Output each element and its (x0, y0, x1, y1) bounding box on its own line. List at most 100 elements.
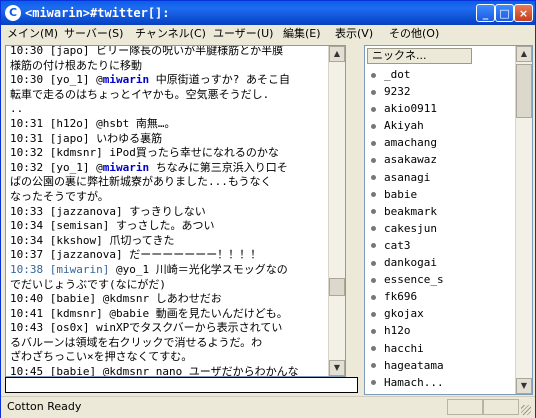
nick-list: _dot 9232 akio0911 Akiyah amachang asakawaz as… (371, 66, 511, 391)
user-dot-icon (371, 346, 376, 351)
nick-label: akio0911 (384, 102, 437, 116)
chat-line: 10:32 [yo_1] @miwarin ちなみに第三京浜入り口そ (10, 161, 344, 176)
nick-item[interactable]: 9232 (371, 83, 511, 100)
nick-item[interactable]: fk696 (371, 288, 511, 305)
status-bar: Cotton Ready (1, 396, 535, 418)
nick-item[interactable]: Hamach... (371, 374, 511, 391)
chat-line: 10:30 [japo] ビリー隊長の呪いが半腱様筋とか半膜 (10, 45, 344, 59)
user-dot-icon (371, 209, 376, 215)
nick-item[interactable]: cakesjun (371, 220, 511, 237)
user-dot-icon (371, 175, 376, 181)
nick-label: cakesjun (384, 221, 437, 235)
chat-line: 10:37 [jazzanova] だーーーーーーー！！！！ (10, 248, 344, 263)
title-bar[interactable]: C <miwarin>#twitter[]: _ □ × (1, 1, 535, 25)
nick-item[interactable]: gkojax (371, 305, 511, 322)
nick-item[interactable]: asakawaz (371, 151, 511, 168)
user-dot-icon (371, 106, 376, 112)
nick-item[interactable]: _dot (371, 66, 511, 83)
chat-line: 10:34 [semisan] すっさした。あつい (10, 219, 344, 234)
user-dot-icon (371, 72, 376, 78)
user-dot-icon (371, 157, 376, 163)
minimize-icon[interactable]: _ (476, 4, 495, 22)
message-input[interactable] (5, 377, 358, 393)
nick-label: amachang (384, 136, 437, 150)
chat-line: 様筋の付け根あたりに移動 (10, 59, 344, 74)
user-dot-icon (371, 380, 376, 386)
menu-view[interactable]: 表示(V) (335, 26, 373, 42)
scroll-up-icon[interactable]: ▲ (329, 46, 345, 62)
chat-text: 10:31 [japo] いわゆる裏筋 (10, 131, 163, 145)
nick-column-header[interactable]: ニックネ... (367, 48, 472, 64)
mention: miwarin (102, 160, 150, 174)
chat-text: 10:30 [japo] ビリー隊長の呪いが半腱様筋とか半膜 (10, 45, 284, 57)
chat-log[interactable]: 10:30 [japo] ビリー隊長の呪いが半腱様筋とか半膜 様筋の付け根あたりに… (5, 45, 346, 377)
chat-text: @yo_1 川崎＝光化学スモッグなの (109, 262, 288, 276)
menu-other[interactable]: その他(O) (389, 26, 439, 42)
maximize-icon[interactable]: □ (495, 4, 514, 22)
nick-label: hageatama (384, 358, 444, 372)
nick-label: essence_s (384, 273, 444, 287)
user-dot-icon (371, 260, 376, 266)
chat-line: 10:31 [japo] いわゆる裏筋 (10, 132, 344, 147)
chat-line: ざわざちっこい×を押さなくてすむ。 (10, 350, 344, 365)
nick-item[interactable]: dankogai (371, 254, 511, 271)
nick-label: Akiyah (384, 119, 424, 133)
nick-scroll-down-icon[interactable]: ▼ (516, 378, 532, 394)
nick-label: babie (384, 187, 418, 201)
menu-server[interactable]: サーバー(S) (64, 26, 123, 42)
app-icon[interactable]: C (5, 5, 21, 21)
user-dot-icon (371, 328, 376, 334)
nick-item[interactable]: Akiyah (371, 117, 511, 134)
nick-item[interactable]: hageatama (371, 357, 511, 374)
user-dot-icon (371, 363, 376, 369)
menu-main[interactable]: メイン(M) (7, 26, 58, 42)
nick-item[interactable]: babie (371, 186, 511, 203)
chat-line: 10:30 [yo_1] @miwarin 中原街道っすか? あそこ自 (10, 73, 344, 88)
chat-text: るバルーンは領域を右クリックで消せるようだ。わ (10, 335, 263, 349)
menu-user[interactable]: ユーザー(U) (213, 26, 273, 42)
nick-scroll-thumb[interactable] (516, 64, 532, 118)
nick-scrollbar[interactable]: ▲ ▼ (515, 46, 532, 394)
nick-item[interactable]: hacchi (371, 340, 511, 357)
chat-lines: 10:30 [japo] ビリー隊長の呪いが半腱様筋とか半膜 様筋の付け根あたりに… (10, 45, 344, 376)
resize-grip-icon[interactable] (521, 405, 531, 415)
chat-line: ばの公園の裏に弊社新城寮がありました...もうなく (10, 175, 344, 190)
menu-edit[interactable]: 編集(E) (283, 26, 321, 42)
chat-text: 中原街道っすか? あそこ自 (149, 73, 290, 87)
chat-line: 10:31 [h12o] @hsbt 南無…。 (10, 117, 344, 132)
nick-item[interactable]: akio0911 (371, 100, 511, 117)
scroll-down-icon[interactable]: ▼ (329, 360, 345, 376)
nick-label: _dot (384, 68, 411, 81)
nick-item[interactable]: amachang (371, 134, 511, 151)
nick-scroll-up-icon[interactable]: ▲ (516, 46, 532, 62)
nick-item[interactable]: h12o (371, 322, 511, 339)
chat-text: ちなみに第三京浜入り口そ (149, 160, 288, 174)
nick-label: beakmark (384, 204, 437, 218)
chat-line: 転車で走るのはちょっとイヤかも。空気悪そうだし. (10, 88, 344, 103)
nick-item[interactable]: essence_s (371, 271, 511, 288)
chat-text: .. (10, 102, 24, 116)
nick-item[interactable]: asanagi (371, 169, 511, 186)
menu-channel[interactable]: チャンネル(C) (135, 26, 206, 42)
nick-label: h12o (384, 324, 411, 338)
chat-line: 10:33 [jazzanova] すっきりしない (10, 205, 344, 220)
user-dot-icon (371, 294, 376, 300)
user-dot-icon (371, 192, 376, 198)
nick-label: asanagi (384, 170, 431, 184)
nick-label: dankogai (384, 256, 437, 270)
chat-scroll-thumb[interactable] (329, 278, 345, 296)
own-message-prefix: 10:38 [miwarin] (10, 262, 110, 276)
nick-label: cat3 (384, 238, 411, 252)
nick-item[interactable]: cat3 (371, 237, 511, 254)
chat-text: 10:31 [h12o] @hsbt 南無…。 (10, 116, 176, 130)
close-icon[interactable]: × (514, 4, 533, 22)
status-text: Cotton Ready (7, 400, 82, 413)
chat-text: ざわざちっこい×を押さなくてすむ。 (10, 350, 193, 364)
chat-scrollbar[interactable]: ▲ ▼ (328, 46, 345, 376)
chat-text: 10:33 [jazzanova] すっきりしない (10, 204, 206, 218)
chat-text: 様筋の付け根あたりに移動 (10, 58, 142, 72)
nick-item[interactable]: beakmark (371, 203, 511, 220)
chat-text: 10:37 [jazzanova] だーーーーーーー！！！！ (10, 248, 262, 262)
nick-list-panel[interactable]: ニックネ... _dot 9232 akio0911 Akiyah amachang as… (364, 45, 533, 395)
nick-label: hacchi (384, 341, 424, 355)
